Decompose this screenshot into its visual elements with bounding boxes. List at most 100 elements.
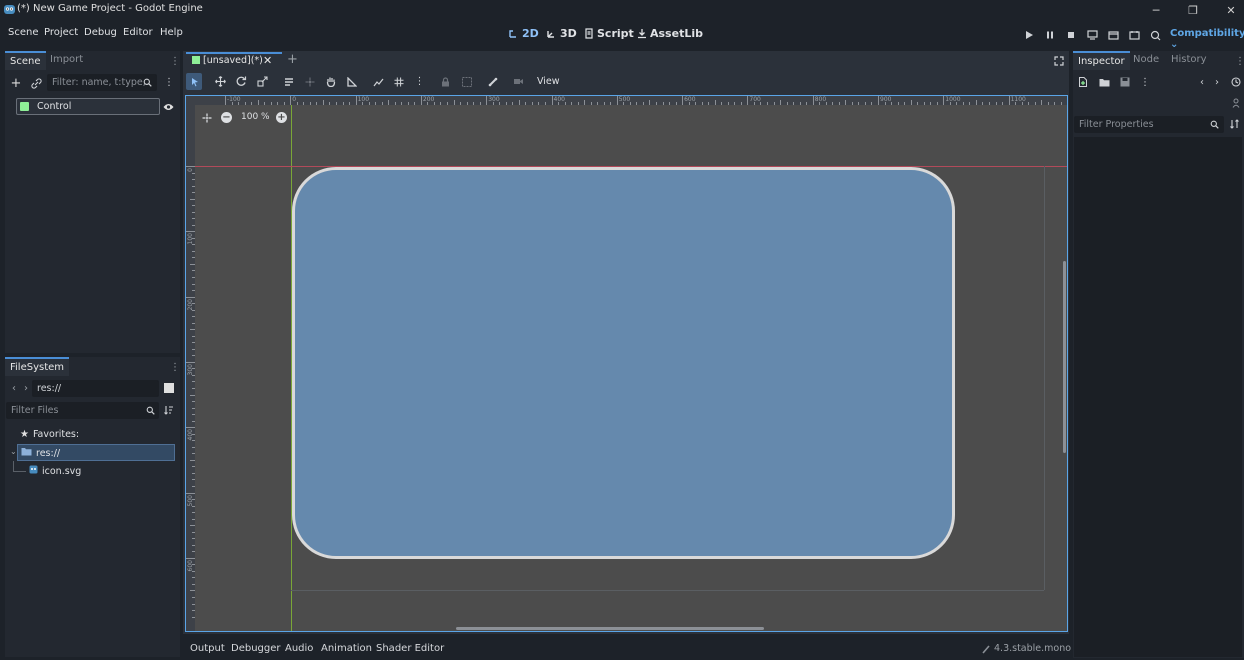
minimize-button[interactable]: ─ <box>1137 0 1175 20</box>
horizontal-scrollbar[interactable] <box>456 627 764 630</box>
play-custom-scene-icon[interactable] <box>1127 28 1141 42</box>
stop-icon[interactable] <box>1064 28 1078 42</box>
renderer-selector[interactable]: Compatibility ⌄ <box>1170 28 1244 50</box>
ruler-tick <box>349 102 351 105</box>
pivot-mode-icon[interactable] <box>302 74 317 89</box>
menu-project[interactable]: Project <box>44 27 78 38</box>
sort-icon[interactable] <box>163 404 175 416</box>
tab-node[interactable]: Node <box>1128 51 1164 68</box>
pan-mode-icon[interactable] <box>323 74 338 89</box>
vertical-scrollbar[interactable] <box>1063 261 1066 453</box>
workspace-3d-tab[interactable]: 3D <box>546 27 577 40</box>
zoom-level[interactable]: 100 % <box>241 112 270 122</box>
menu-editor[interactable]: Editor <box>123 27 153 38</box>
bottom-tab-animation[interactable]: Animation <box>321 643 372 654</box>
menu-debug[interactable]: Debug <box>84 27 117 38</box>
maximize-button[interactable]: ❐ <box>1174 0 1212 20</box>
path-field[interactable]: res:// <box>32 380 159 397</box>
dock-menu-icon[interactable]: ⋮ <box>170 55 180 67</box>
remote-debug-icon[interactable] <box>1085 28 1099 42</box>
save-resource-icon[interactable] <box>1119 76 1131 88</box>
close-tab-icon[interactable]: ✕ <box>263 54 272 67</box>
favorites-row[interactable]: ★ Favorites: <box>20 429 79 440</box>
tab-import[interactable]: Import <box>45 51 88 68</box>
new-resource-icon[interactable] <box>1077 76 1089 88</box>
workspace-script-tab[interactable]: Script <box>584 27 634 40</box>
properties-search-icon <box>1209 119 1220 130</box>
filesystem-menu-icon[interactable]: ⋮ <box>170 361 180 373</box>
list-select-icon[interactable] <box>281 74 296 89</box>
file-row-icon-svg[interactable]: icon.svg <box>29 465 81 477</box>
distraction-free-icon[interactable] <box>1053 55 1065 67</box>
play-icon[interactable] <box>1022 28 1036 42</box>
open-resource-icon[interactable] <box>1098 76 1110 88</box>
vertical-ruler[interactable]: 0 100 200 300 400 500 600 <box>186 96 195 631</box>
menu-help[interactable]: Help <box>160 27 183 38</box>
filter-files-input[interactable]: Filter Files <box>6 402 159 419</box>
add-node-icon[interactable]: + <box>9 76 23 91</box>
tab-history[interactable]: History <box>1166 51 1212 68</box>
ruler-tick <box>989 102 990 105</box>
movie-maker-icon[interactable] <box>1148 28 1162 42</box>
chevron-down-icon[interactable]: ⌄ <box>10 447 17 456</box>
update-spinner-icon[interactable] <box>981 644 991 654</box>
workspace-assetlib-tab[interactable]: AssetLib <box>637 27 703 40</box>
link-icon[interactable] <box>29 76 43 90</box>
bottom-tab-debugger[interactable]: Debugger <box>231 643 281 654</box>
ruler-mode-icon[interactable] <box>344 74 359 89</box>
tab-scene[interactable]: Scene <box>5 51 46 70</box>
property-tools-icon[interactable] <box>1230 97 1242 109</box>
skeleton-bone-icon[interactable] <box>485 74 500 89</box>
snap-options-icon[interactable]: ⋮ <box>412 74 427 89</box>
move-mode-icon[interactable] <box>213 74 228 89</box>
ruler-tick <box>636 102 638 105</box>
split-view-icon[interactable] <box>164 383 174 393</box>
forward-arrow-icon[interactable]: › <box>22 383 30 394</box>
rotate-mode-icon[interactable] <box>234 74 249 89</box>
lock-icon[interactable] <box>438 74 453 89</box>
pause-icon[interactable] <box>1043 28 1057 42</box>
view-menu[interactable]: View <box>537 76 560 87</box>
zoom-in-icon[interactable]: + <box>276 112 287 123</box>
object-history-icon[interactable] <box>1230 76 1242 88</box>
ruler-tick <box>473 102 475 105</box>
close-window-button[interactable]: ✕ <box>1212 0 1244 20</box>
resource-options-icon[interactable]: ⋮ <box>1140 76 1150 88</box>
grid-snap-icon[interactable] <box>391 74 406 89</box>
play-scene-icon[interactable] <box>1106 28 1120 42</box>
add-tab-icon[interactable]: + <box>287 52 298 67</box>
bottom-tab-audio[interactable]: Audio <box>285 643 313 654</box>
select-mode-icon[interactable] <box>187 74 202 89</box>
tab-inspector[interactable]: Inspector <box>1073 51 1130 70</box>
scale-mode-icon[interactable] <box>255 74 270 89</box>
ruler-tick <box>1041 100 1043 105</box>
bottom-tab-shader-editor[interactable]: Shader Editor <box>376 643 444 654</box>
ruler-tick <box>316 102 318 105</box>
center-view-icon[interactable] <box>201 112 213 124</box>
ruler-tick <box>662 102 664 105</box>
visibility-eye-icon[interactable] <box>162 101 174 112</box>
bottom-tab-output[interactable]: Output <box>190 643 225 654</box>
group-icon[interactable] <box>459 74 474 89</box>
camera-override-icon[interactable] <box>511 74 526 89</box>
ruler-tick <box>283 102 285 105</box>
tree-guide-line <box>13 461 14 471</box>
back-arrow-icon[interactable]: ‹ <box>10 383 18 394</box>
ruler-tick <box>943 96 945 105</box>
history-forward-icon[interactable]: › <box>1212 76 1222 88</box>
menu-scene[interactable]: Scene <box>8 27 39 38</box>
filter-properties-input[interactable]: Filter Properties <box>1074 116 1224 133</box>
scene-filter-input[interactable]: Filter: name, t:type, <box>47 74 157 91</box>
workspace-2d-tab[interactable]: 2D <box>508 27 539 40</box>
horizontal-ruler[interactable]: -100 0 100 200 300 400 500 600 700 800 900 1000 1100 <box>186 96 1067 105</box>
2d-viewport[interactable]: -100 0 100 200 300 400 500 600 700 800 900 1000 1100… <box>185 95 1068 632</box>
zoom-out-icon[interactable]: − <box>221 112 232 123</box>
inspector-menu-icon[interactable]: ⋮ <box>1235 55 1244 67</box>
properties-sort-icon[interactable] <box>1229 118 1241 130</box>
scene-options-icon[interactable]: ⋮ <box>164 76 174 89</box>
control-panel-preview[interactable] <box>292 167 955 559</box>
history-back-icon[interactable]: ‹ <box>1197 76 1207 88</box>
tab-filesystem[interactable]: FileSystem <box>5 357 70 376</box>
chevron-down-icon: ⌄ <box>1170 39 1179 50</box>
smart-snap-icon[interactable] <box>371 74 386 89</box>
